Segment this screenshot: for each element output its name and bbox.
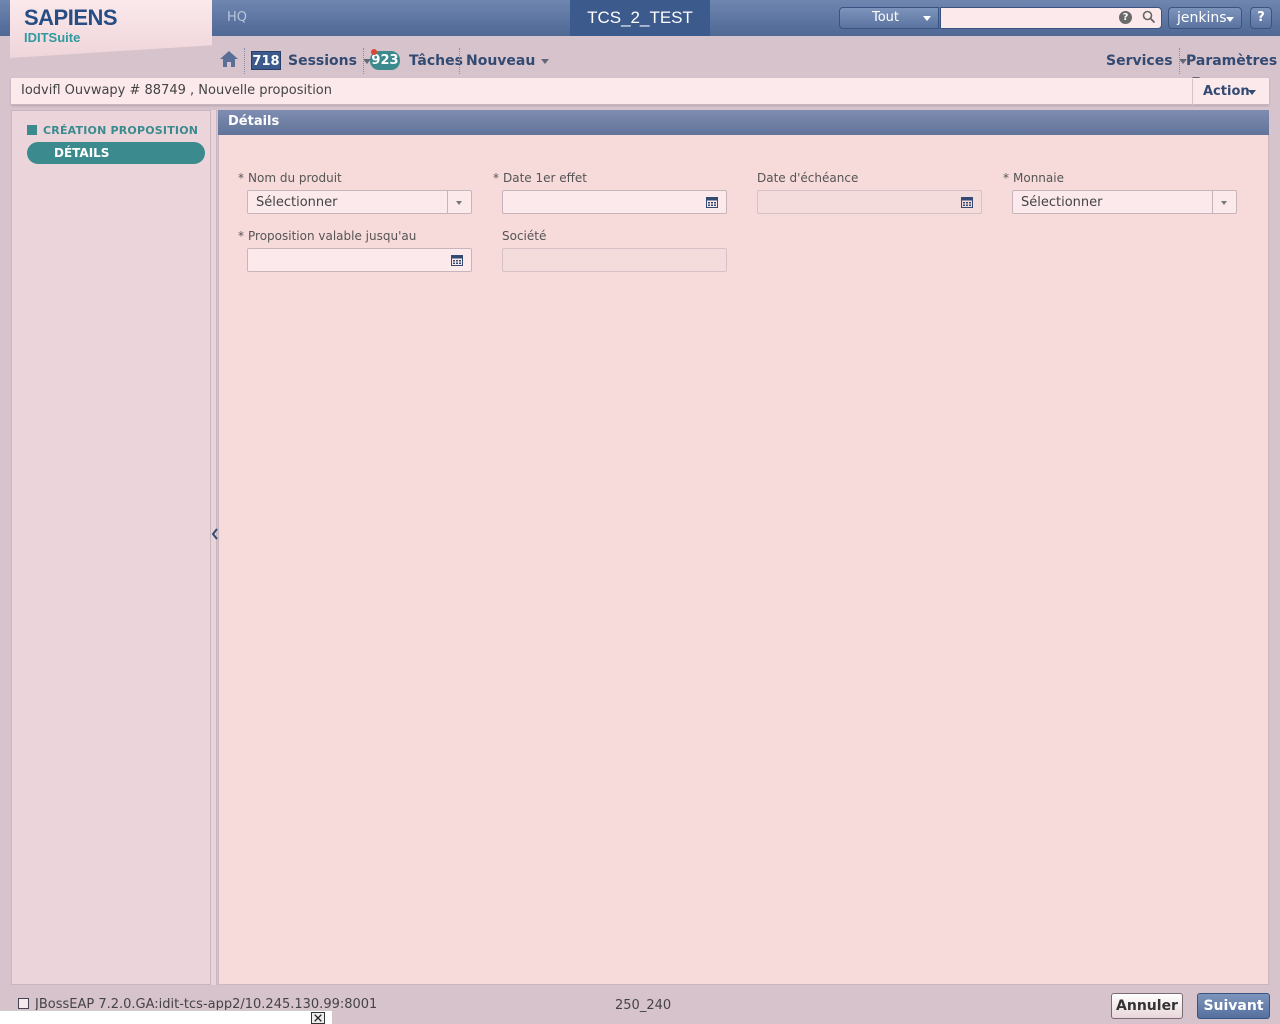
home-icon[interactable]: [219, 49, 239, 69]
notification-popup: [0, 1010, 332, 1024]
product-label: * Nom du produit: [238, 171, 342, 185]
search-scope-label: Tout: [872, 10, 900, 25]
user-name: jenkins: [1177, 10, 1227, 26]
build-version: 250_240: [615, 998, 672, 1013]
next-button[interactable]: Suivant: [1197, 993, 1270, 1019]
required-marker: *: [238, 171, 244, 185]
company-field[interactable]: [502, 248, 727, 272]
valid-until-field[interactable]: [247, 248, 472, 272]
sessions-label: Sessions: [288, 53, 357, 69]
effective-date-label-text: Date 1er effet: [503, 171, 587, 185]
settings-label: Paramètres: [1186, 53, 1278, 69]
panel-title: Détails: [218, 110, 1269, 135]
required-marker: *: [1003, 171, 1009, 185]
due-date-field[interactable]: [757, 190, 982, 214]
required-marker: *: [238, 229, 244, 243]
currency-select-value: Sélectionner: [1021, 195, 1103, 210]
required-marker: *: [493, 171, 499, 185]
search-scope-dropdown[interactable]: Tout: [839, 7, 939, 29]
currency-label-text: Monnaie: [1013, 171, 1064, 185]
help-circle-icon[interactable]: ?: [1119, 11, 1132, 24]
calendar-icon[interactable]: [451, 254, 463, 266]
help-button[interactable]: ?: [1250, 7, 1272, 29]
footer-checkbox[interactable]: [18, 998, 29, 1009]
company-label: Société: [502, 229, 547, 243]
sessions-menu[interactable]: Sessions: [288, 52, 371, 72]
services-menu[interactable]: Services: [1106, 52, 1187, 72]
nav-separator: [244, 48, 245, 74]
chevron-down-icon[interactable]: [447, 191, 471, 213]
sidebar-section-title[interactable]: CRÉATION PROPOSITION: [43, 124, 198, 137]
cancel-button[interactable]: Annuler: [1111, 993, 1183, 1019]
services-label: Services: [1106, 53, 1173, 69]
chevron-down-icon[interactable]: [1212, 191, 1236, 213]
sidebar-item-details[interactable]: DÉTAILS: [27, 142, 205, 164]
search-icon[interactable]: [1141, 9, 1157, 25]
calendar-icon[interactable]: [961, 196, 973, 208]
sidebar-splitter[interactable]: [211, 110, 217, 985]
new-label: Nouveau: [466, 53, 536, 69]
user-menu[interactable]: jenkins: [1168, 7, 1242, 29]
calendar-icon[interactable]: [706, 196, 718, 208]
new-menu[interactable]: Nouveau: [466, 52, 550, 72]
action-menu[interactable]: Action: [1192, 79, 1268, 105]
action-label: Action: [1203, 84, 1250, 99]
location-label: HQ: [227, 10, 248, 25]
sidebar: [11, 110, 211, 985]
nav-separator: [363, 48, 364, 74]
tasks-link[interactable]: Tâches: [409, 52, 463, 72]
currency-select[interactable]: Sélectionner: [1012, 190, 1237, 214]
chevron-down-icon: [1226, 17, 1234, 22]
product-select-value: Sélectionner: [256, 195, 338, 210]
notification-dot: [371, 49, 377, 55]
effective-date-field[interactable]: [502, 190, 727, 214]
chevron-down-icon: [541, 58, 550, 64]
settings-menu[interactable]: Paramètres: [1186, 52, 1280, 82]
chevron-down-icon: [923, 16, 931, 21]
logo-subtitle: IDITSuite: [24, 30, 81, 45]
due-date-label: Date d'échéance: [757, 171, 859, 185]
valid-until-label-text: Proposition valable jusqu'au: [248, 229, 417, 243]
environment-title: TCS_2_TEST: [570, 0, 710, 36]
valid-until-label: * Proposition valable jusqu'au: [238, 229, 416, 243]
close-icon[interactable]: [311, 1012, 325, 1024]
currency-label: * Monnaie: [1003, 171, 1064, 185]
sessions-count-badge[interactable]: 718: [251, 51, 281, 70]
product-select[interactable]: Sélectionner: [247, 190, 472, 214]
section-marker-icon: [27, 125, 37, 135]
nav-separator: [459, 48, 460, 74]
nav-separator: [1179, 48, 1180, 74]
chevron-down-icon: [1248, 90, 1256, 95]
effective-date-label: * Date 1er effet: [493, 171, 587, 185]
logo-text: SAPIENS: [24, 5, 118, 30]
breadcrumb-text: Iodvifl Ouvwapy # 88749 , Nouvelle propo…: [21, 83, 333, 98]
product-label-text: Nom du produit: [248, 171, 342, 185]
